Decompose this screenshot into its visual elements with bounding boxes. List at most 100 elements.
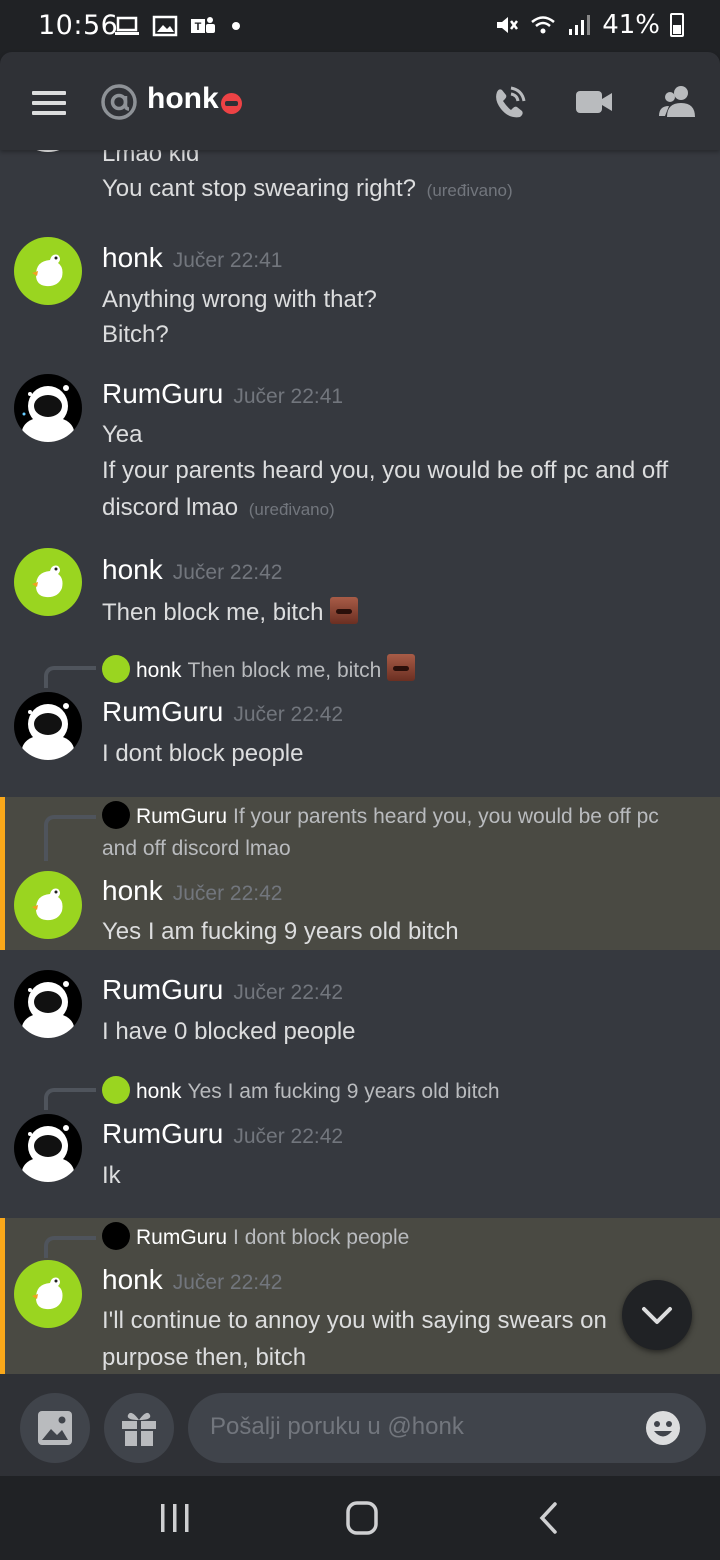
message-input[interactable]: Pošalji poruku u @honk: [188, 1393, 706, 1463]
author-name[interactable]: honk: [102, 242, 163, 273]
message-text: Anything wrong with that?: [102, 286, 377, 313]
reply-author: RumGuru: [136, 805, 228, 828]
goose-avatar-icon: [32, 254, 63, 287]
astronaut-avatar-icon: [22, 385, 74, 442]
timestamp: Jučer 22:41: [172, 249, 283, 272]
reply-preview[interactable]: honk Then block me, bitch: [102, 654, 416, 683]
reply-author: RumGuru: [136, 1226, 228, 1249]
message-text: discord lmao (uređivano): [102, 494, 335, 522]
reply-text-continued: and off discord lmao: [102, 837, 291, 860]
message-author[interactable]: RumGuru Jučer 22:41: [102, 378, 343, 410]
timestamp: Jučer 22:42: [233, 1125, 344, 1148]
menu-button[interactable]: [32, 91, 66, 115]
message[interactable]: RumGuru Jučer 22:42 I have 0 blocked peop…: [0, 962, 720, 1062]
message[interactable]: honk Then block me, bitch RumGuru Jučer 22…: [0, 650, 720, 790]
user-avatar[interactable]: [14, 871, 82, 939]
clock: 10:56: [38, 10, 119, 41]
user-avatar[interactable]: [14, 1260, 82, 1328]
user-avatar[interactable]: [14, 692, 82, 760]
message-input-placeholder: Pošalji poruku u @honk: [210, 1413, 464, 1440]
user-avatar[interactable]: [14, 237, 82, 305]
message[interactable]: honk Yes I am fucking 9 years old bitch R…: [0, 1072, 720, 1212]
author-name[interactable]: RumGuru: [102, 378, 223, 409]
timestamp: Jučer 22:42: [172, 882, 283, 905]
message-text: purpose then, bitch: [102, 1344, 307, 1371]
message-text-content: You cant stop swearing right?: [102, 175, 416, 202]
message-mention-highlight[interactable]: RumGuru I dont block people honk Jučer 22:…: [0, 1218, 720, 1374]
home-icon[interactable]: [340, 1498, 384, 1538]
message[interactable]: RumGuru Jučer 22:41 Yea If your parents h…: [0, 366, 720, 536]
menu-line: [32, 111, 66, 115]
goose-avatar-icon: [32, 1277, 63, 1310]
user-avatar[interactable]: [14, 150, 82, 152]
author-name[interactable]: RumGuru: [102, 696, 223, 727]
channel-title: honk: [147, 82, 219, 115]
user-avatar[interactable]: [14, 1114, 82, 1182]
status-bar: 10:56 T 41%: [0, 0, 720, 52]
reply-preview[interactable]: RumGuru I dont block people: [102, 1222, 409, 1250]
author-name[interactable]: honk: [102, 875, 163, 906]
reply-text: If your parents heard you, you would be …: [233, 805, 659, 828]
attach-image-button[interactable]: [20, 1393, 90, 1463]
jump-to-bottom-button[interactable]: [622, 1280, 692, 1350]
message[interactable]: honk Jučer 22:41 Anything wrong with that…: [0, 230, 720, 360]
dnd-status-icon: [221, 93, 242, 114]
custom-emoji-icon: [330, 597, 359, 624]
menu-line: [32, 91, 66, 95]
author-name[interactable]: RumGuru: [102, 974, 223, 1005]
laptop-icon: [115, 16, 139, 35]
reply-text: Then block me, bitch: [187, 659, 382, 682]
message-text: You cant stop swearing right? (uređivano…: [102, 175, 513, 203]
recents-icon[interactable]: [153, 1498, 197, 1538]
reply-avatar: [102, 1076, 130, 1104]
reply-spine: [44, 666, 96, 688]
astronaut-avatar-icon: [32, 150, 64, 152]
emoji-icon[interactable]: [644, 1409, 682, 1447]
edited-label: (uređivano): [248, 500, 335, 519]
message-text: Yea: [102, 421, 143, 448]
back-icon[interactable]: [528, 1498, 572, 1538]
system-nav-bar: [0, 1476, 720, 1560]
mute-icon: [497, 17, 519, 33]
message-text: Bitch?: [102, 321, 169, 348]
gift-button[interactable]: [104, 1393, 174, 1463]
user-avatar[interactable]: [14, 374, 82, 442]
reply-avatar: [102, 801, 130, 829]
message[interactable]: honk Jučer 22:42 Then block me, bitch: [0, 542, 720, 642]
video-icon[interactable]: [574, 82, 614, 122]
author-name[interactable]: honk: [102, 1264, 163, 1295]
notification-icons: T: [114, 14, 240, 38]
reply-preview[interactable]: RumGuru If your parents heard you, you wo…: [102, 801, 659, 829]
message-text: I'll continue to annoy you with saying s…: [102, 1307, 607, 1334]
message-author[interactable]: RumGuru Jučer 22:42: [102, 696, 343, 728]
edited-label: (uređivano): [426, 181, 513, 200]
reply-author: honk: [136, 659, 182, 682]
battery-percent: 41%: [602, 10, 660, 40]
message-mention-highlight[interactable]: RumGuru If your parents heard you, you wo…: [0, 797, 720, 950]
message-author[interactable]: honk Jučer 22:42: [102, 875, 282, 907]
reply-preview[interactable]: honk Yes I am fucking 9 years old bitch: [102, 1076, 500, 1104]
user-avatar[interactable]: [14, 970, 82, 1038]
author-name[interactable]: honk: [102, 554, 163, 585]
reply-author: honk: [136, 1080, 182, 1103]
timestamp: Jučer 22:42: [172, 561, 283, 584]
message-list[interactable]: Lmao kid You cant stop swearing right? (…: [0, 150, 720, 1374]
reply-avatar: [102, 655, 130, 683]
reply-text: Yes I am fucking 9 years old bitch: [187, 1080, 500, 1103]
message-author[interactable]: RumGuru Jučer 22:42: [102, 974, 343, 1006]
message-author[interactable]: RumGuru Jučer 22:42: [102, 1118, 343, 1150]
message-author[interactable]: honk Jučer 22:41: [102, 242, 282, 274]
message-author[interactable]: honk Jučer 22:42: [102, 1264, 282, 1296]
author-name[interactable]: RumGuru: [102, 1118, 223, 1149]
message-text: I dont block people: [102, 740, 304, 767]
message-text: I have 0 blocked people: [102, 1018, 356, 1045]
image-icon: [38, 1411, 72, 1445]
message[interactable]: Lmao kid You cant stop swearing right? (…: [0, 150, 720, 220]
message-text-content: Then block me, bitch: [102, 599, 324, 626]
astronaut-avatar-icon: [22, 981, 74, 1038]
goose-avatar-icon: [32, 565, 63, 598]
call-icon[interactable]: [489, 82, 529, 122]
user-avatar[interactable]: [14, 548, 82, 616]
message-author[interactable]: honk Jučer 22:42: [102, 554, 282, 586]
members-icon[interactable]: [657, 82, 697, 122]
